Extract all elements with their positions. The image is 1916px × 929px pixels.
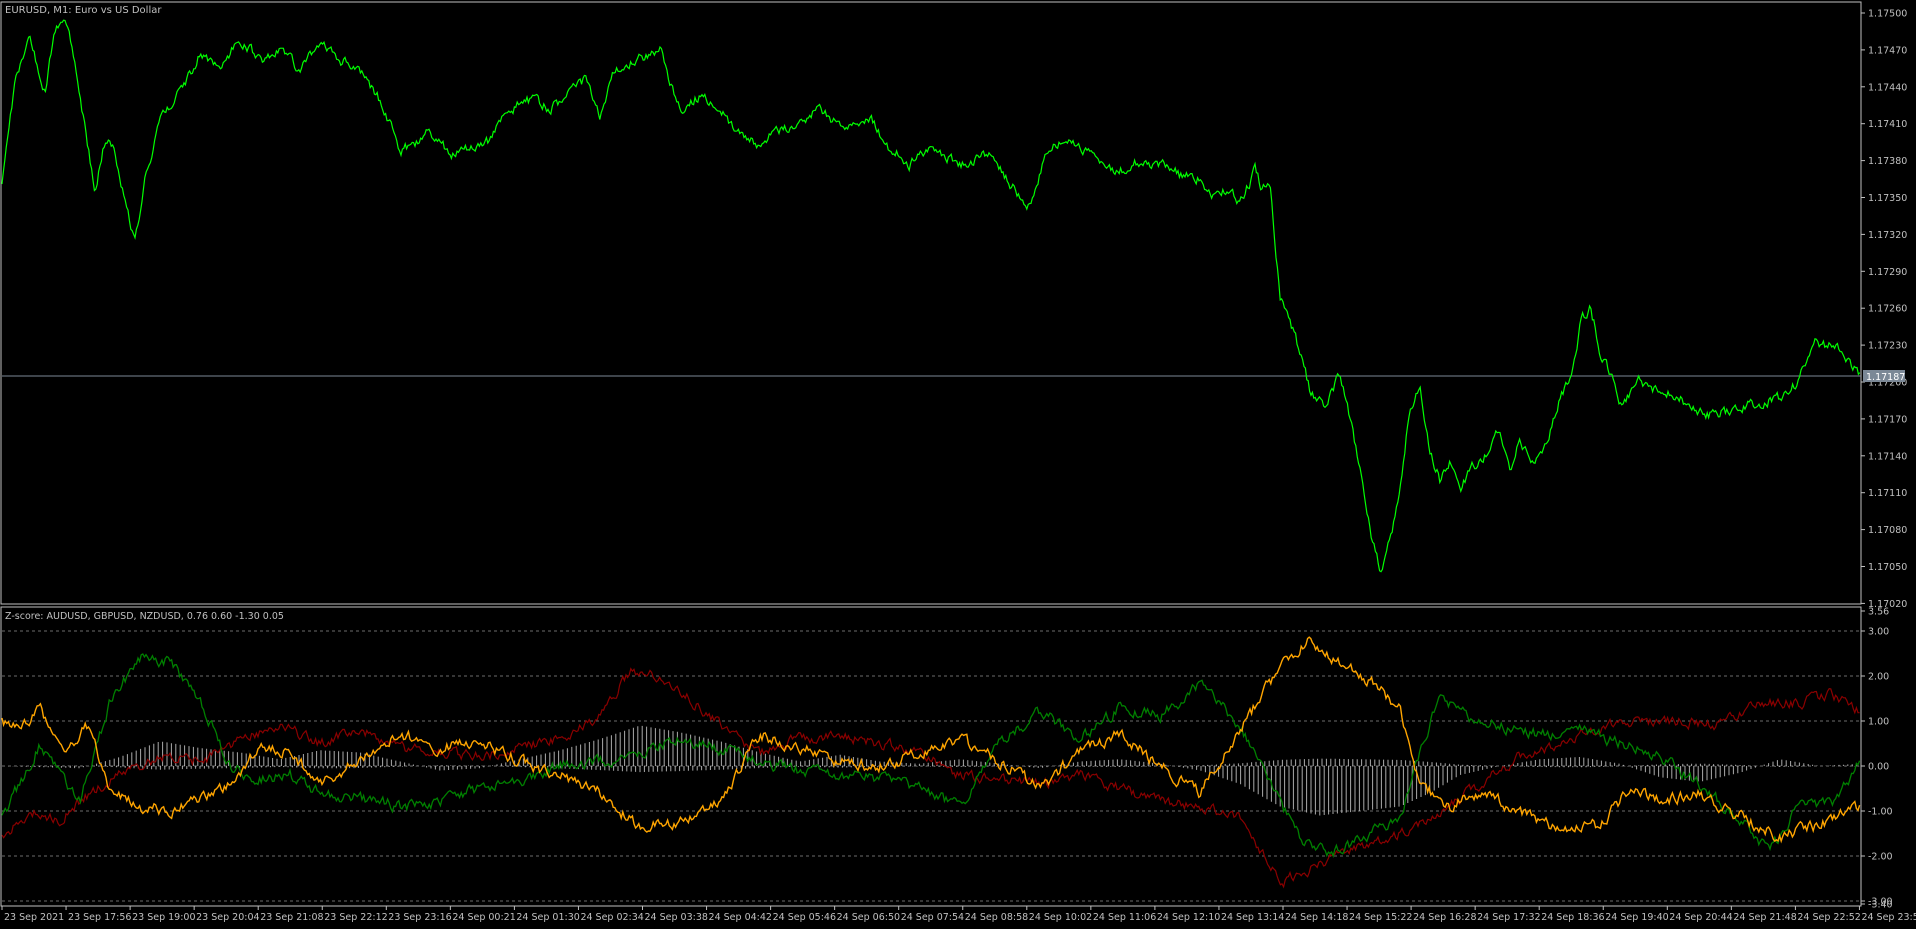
time-tick-label: 24 Sep 22:52 [1797,912,1860,923]
trading-terminal-window: EURUSD, M1: Euro vs US Dollar 1.17500 1.1… [0,0,1916,929]
time-tick-label: 24 Sep 21:48 [1733,912,1796,923]
indicator-tick-label: 0.00 [1868,762,1889,773]
indicator-tick-label: -2.00 [1868,852,1893,863]
time-tick-label: 23 Sep 22:12 [324,912,387,923]
price-tick-label: 1.17080 [1868,525,1907,536]
time-tick-label: 23 Sep 20:04 [196,912,259,923]
price-tick-label: 1.17440 [1868,82,1907,93]
price-tick-label: 1.17320 [1868,230,1907,241]
time-tick-label: 24 Sep 04:42 [709,912,772,923]
time-tick-label: 24 Sep 07:54 [901,912,964,923]
price-tick-label: 1.17230 [1868,341,1907,352]
time-tick-label: 24 Sep 15:22 [1349,912,1412,923]
time-tick-label: 24 Sep 02:34 [580,912,643,923]
price-tick-label: 1.17410 [1868,119,1907,130]
time-tick-label: 24 Sep 11:06 [1093,912,1156,923]
price-tick-label: 1.17470 [1868,45,1907,56]
time-tick-label: 23 Sep 23:16 [388,912,451,923]
time-tick-label: 24 Sep 08:58 [965,912,1028,923]
main-chart-title: EURUSD, M1: Euro vs US Dollar [5,5,162,16]
price-tick-label: 1.17050 [1868,562,1907,573]
time-tick-label: 23 Sep 21:08 [260,912,323,923]
time-tick-label: 24 Sep 00:21 [452,912,515,923]
indicator-tick-label: 2.00 [1868,672,1889,683]
price-tick-label: 1.17170 [1868,414,1907,425]
time-tick-label: 24 Sep 05:46 [773,912,836,923]
current-price-label: 1.17187 [1866,372,1905,383]
chart-canvas: EURUSD, M1: Euro vs US Dollar 1.17500 1.1… [0,0,1916,929]
price-tick-label: 1.17110 [1868,488,1907,499]
time-tick-label: 24 Sep 03:38 [645,912,708,923]
indicator-tick-label: 3.00 [1868,627,1889,638]
time-tick-label: 24 Sep 10:02 [1029,912,1092,923]
indicator-title: Z-score: AUDUSD, GBPUSD, NZDUSD, 0.76 0.… [5,611,284,622]
time-tick-label: 24 Sep 12:10 [1157,912,1220,923]
indicator-tick-label: -3.40 [1868,900,1893,911]
time-tick-label: 24 Sep 18:36 [1541,912,1604,923]
time-tick-label: 24 Sep 23:56 [1861,912,1916,923]
time-tick-label: 24 Sep 16:28 [1413,912,1476,923]
price-tick-label: 1.17290 [1868,267,1907,278]
time-tick-label: 24 Sep 19:40 [1605,912,1668,923]
price-tick-label: 1.17500 [1868,9,1907,20]
price-tick-label: 1.17380 [1868,156,1907,167]
time-tick-label: 24 Sep 13:14 [1221,912,1284,923]
price-tick-label: 1.17260 [1868,304,1907,315]
time-tick-label: 23 Sep 19:00 [132,912,195,923]
time-tick-label: 23 Sep 17:56 [68,912,131,923]
chart-background [0,0,1916,929]
indicator-tick-label: 3.56 [1868,607,1889,618]
price-tick-label: 1.17140 [1868,451,1907,462]
time-tick-label: 24 Sep 14:18 [1285,912,1348,923]
indicator-tick-label: 1.00 [1868,717,1889,728]
price-tick-label: 1.17350 [1868,193,1907,204]
time-tick-label: 24 Sep 20:44 [1669,912,1732,923]
time-tick-label: 24 Sep 06:50 [837,912,900,923]
time-tick-label: 23 Sep 2021 [4,912,64,923]
time-tick-label: 24 Sep 17:32 [1477,912,1540,923]
time-tick-label: 24 Sep 01:30 [516,912,579,923]
indicator-tick-label: -1.00 [1868,807,1893,818]
